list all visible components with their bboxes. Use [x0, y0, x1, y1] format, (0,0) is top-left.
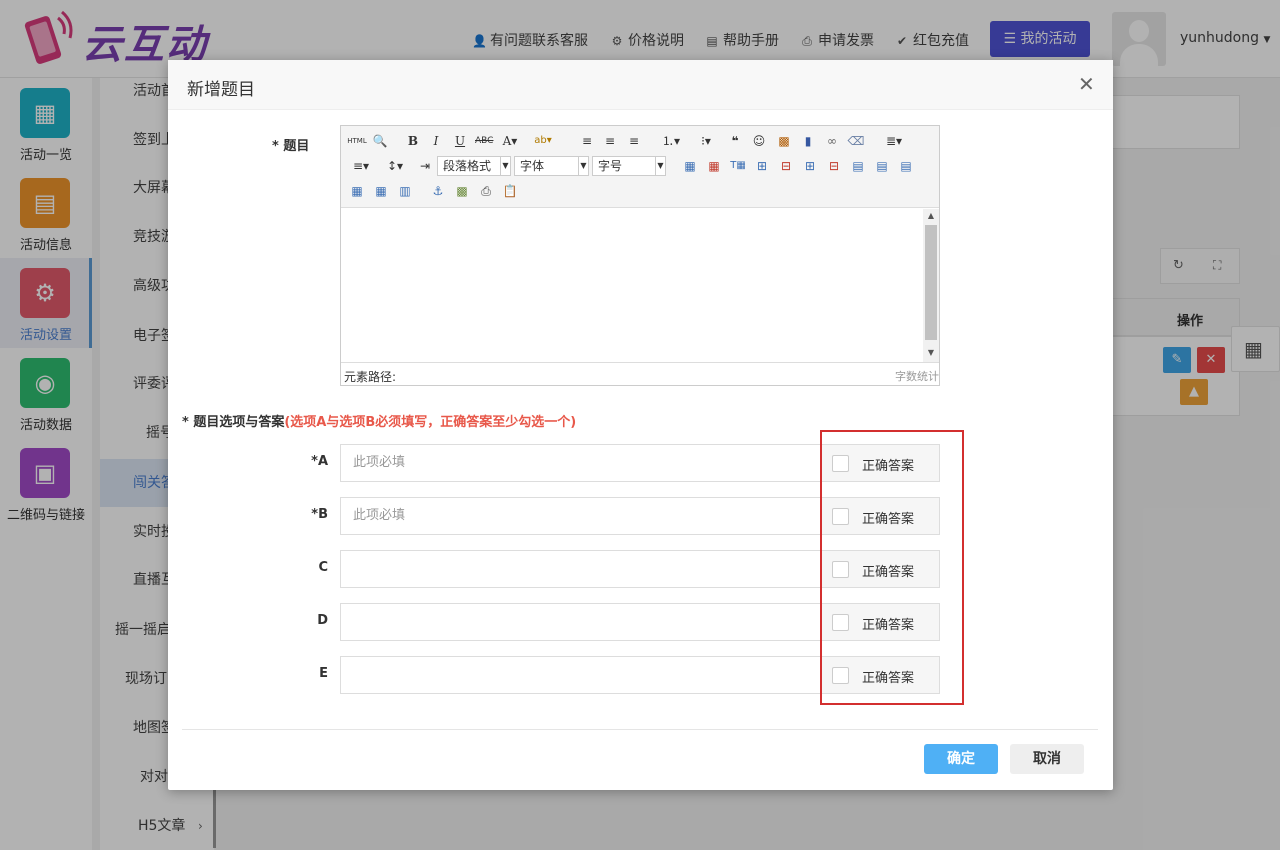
paste-icon[interactable]: 📋 — [501, 182, 519, 200]
insert-caption-icon[interactable]: T▦ — [729, 157, 747, 175]
eraser-icon[interactable]: ⌫ — [847, 132, 865, 150]
merge-cells-icon[interactable]: ▤ — [849, 157, 867, 175]
emoji-icon[interactable]: ☺ — [750, 132, 768, 150]
strikethrough-icon[interactable]: ABC — [475, 132, 493, 150]
row-spacing-icon[interactable]: ↕▾ — [381, 157, 409, 175]
align-left-icon[interactable]: ≡ — [578, 132, 596, 150]
option-d-input[interactable] — [340, 603, 820, 641]
merge-right-icon[interactable]: ▤ — [873, 157, 891, 175]
italic-icon[interactable]: I — [427, 132, 445, 150]
caret-down-icon: ▼ — [500, 157, 510, 175]
insert-image-icon[interactable]: ▩ — [453, 182, 471, 200]
modal-title: 新增题目 — [187, 80, 255, 100]
options-title-text: * 题目选项与答案 — [182, 415, 285, 430]
underline-icon[interactable]: U — [451, 132, 469, 150]
font-family-select[interactable]: 字体 ▼ — [514, 156, 589, 176]
rich-text-editor: HTML 🔍 B I U ABC A▾ ab▾ ≡ ≡ ≡ ⒈▾ ⁝▾ ❝ ☺ … — [340, 125, 940, 386]
ordered-list-icon[interactable]: ⒈▾ — [658, 132, 684, 150]
font-size-select[interactable]: 字号 ▼ — [592, 156, 666, 176]
delete-col-icon[interactable]: ⊟ — [825, 157, 843, 175]
scroll-up-icon[interactable]: ▲ — [923, 211, 939, 220]
editor-statusbar: 元素路径: 字数统计 — [341, 362, 939, 385]
option-c-input[interactable] — [340, 550, 820, 588]
highlight-box — [820, 430, 964, 705]
image-icon[interactable]: ▩ — [775, 132, 793, 150]
print-icon[interactable]: ⎙ — [477, 182, 495, 200]
insert-col-icon[interactable]: ⊞ — [801, 157, 819, 175]
indent-icon[interactable]: ⇥ — [416, 157, 434, 175]
insert-row-icon[interactable]: ⊞ — [753, 157, 771, 175]
option-label-c: C — [318, 560, 328, 575]
unordered-list-icon[interactable]: ⁝▾ — [693, 132, 719, 150]
split-cols-icon[interactable]: ▥ — [396, 182, 414, 200]
scroll-down-icon[interactable]: ▼ — [923, 348, 939, 357]
merge-down-icon[interactable]: ▤ — [897, 157, 915, 175]
cancel-button[interactable]: 取消 — [1010, 744, 1084, 774]
caret-down-icon: ▼ — [655, 157, 665, 175]
option-label-d: D — [317, 613, 328, 628]
word-count[interactable]: 字数统计 — [895, 368, 939, 384]
options-hint: (选项A与选项B必须填写，正确答案至少勾选一个) — [284, 415, 577, 430]
video-icon[interactable]: ▮ — [799, 132, 817, 150]
confirm-button[interactable]: 确定 — [924, 744, 998, 774]
delete-table-icon[interactable]: ▦ — [705, 157, 723, 175]
line-height-icon[interactable]: ≣▾ — [881, 132, 907, 150]
question-label: * 题目 — [272, 139, 310, 154]
option-label-b: *B — [311, 507, 328, 522]
blockquote-icon[interactable]: ❝ — [726, 132, 744, 150]
modal-header: 新增题目 ✕ — [168, 60, 1113, 110]
scroll-thumb[interactable] — [925, 225, 937, 340]
insert-table-icon[interactable]: ▦ — [681, 157, 699, 175]
align-right-icon[interactable]: ≡ — [625, 132, 643, 150]
caret-down-icon: ▼ — [578, 157, 588, 175]
option-e-input[interactable] — [340, 656, 820, 694]
anchor-icon[interactable]: ⚓ — [429, 182, 447, 200]
close-icon[interactable]: ✕ — [1078, 72, 1095, 96]
element-path: 元素路径: — [344, 370, 397, 384]
font-family-value: 字体 — [520, 159, 545, 173]
link-icon[interactable]: ∞ — [823, 132, 841, 150]
split-cells-icon[interactable]: ▦ — [348, 182, 366, 200]
font-size-value: 字号 — [598, 159, 623, 173]
highlight-icon[interactable]: ab▾ — [534, 132, 552, 150]
paragraph-spacing-icon[interactable]: ≡▾ — [348, 157, 374, 175]
font-color-icon[interactable]: A▾ — [501, 132, 519, 150]
paragraph-format-value: 段落格式 — [443, 159, 492, 173]
editor-toolbar: HTML 🔍 B I U ABC A▾ ab▾ ≡ ≡ ≡ ⒈▾ ⁝▾ ❝ ☺ … — [341, 126, 939, 208]
bold-icon[interactable]: B — [404, 132, 422, 150]
option-label-a: *A — [311, 454, 328, 469]
preview-icon[interactable]: 🔍 — [371, 132, 389, 150]
add-question-modal: 新增题目 ✕ * 题目 HTML 🔍 B I U ABC A▾ ab▾ ≡ ≡ … — [168, 60, 1113, 790]
split-rows-icon[interactable]: ▦ — [372, 182, 390, 200]
paragraph-format-select[interactable]: 段落格式 ▼ — [437, 156, 511, 176]
option-label-e: E — [319, 666, 328, 681]
delete-row-icon[interactable]: ⊟ — [777, 157, 795, 175]
option-a-input[interactable]: 此项必填 — [340, 444, 820, 482]
editor-scrollbar[interactable]: ▲ ▼ — [923, 209, 939, 362]
html-source-icon[interactable]: HTML — [346, 132, 368, 150]
align-center-icon[interactable]: ≡ — [601, 132, 619, 150]
modal-divider — [182, 729, 1098, 730]
options-section-title: * 题目选项与答案(选项A与选项B必须填写，正确答案至少勾选一个) — [182, 411, 576, 430]
option-b-input[interactable]: 此项必填 — [340, 497, 820, 535]
editor-content-area[interactable] — [341, 209, 923, 362]
